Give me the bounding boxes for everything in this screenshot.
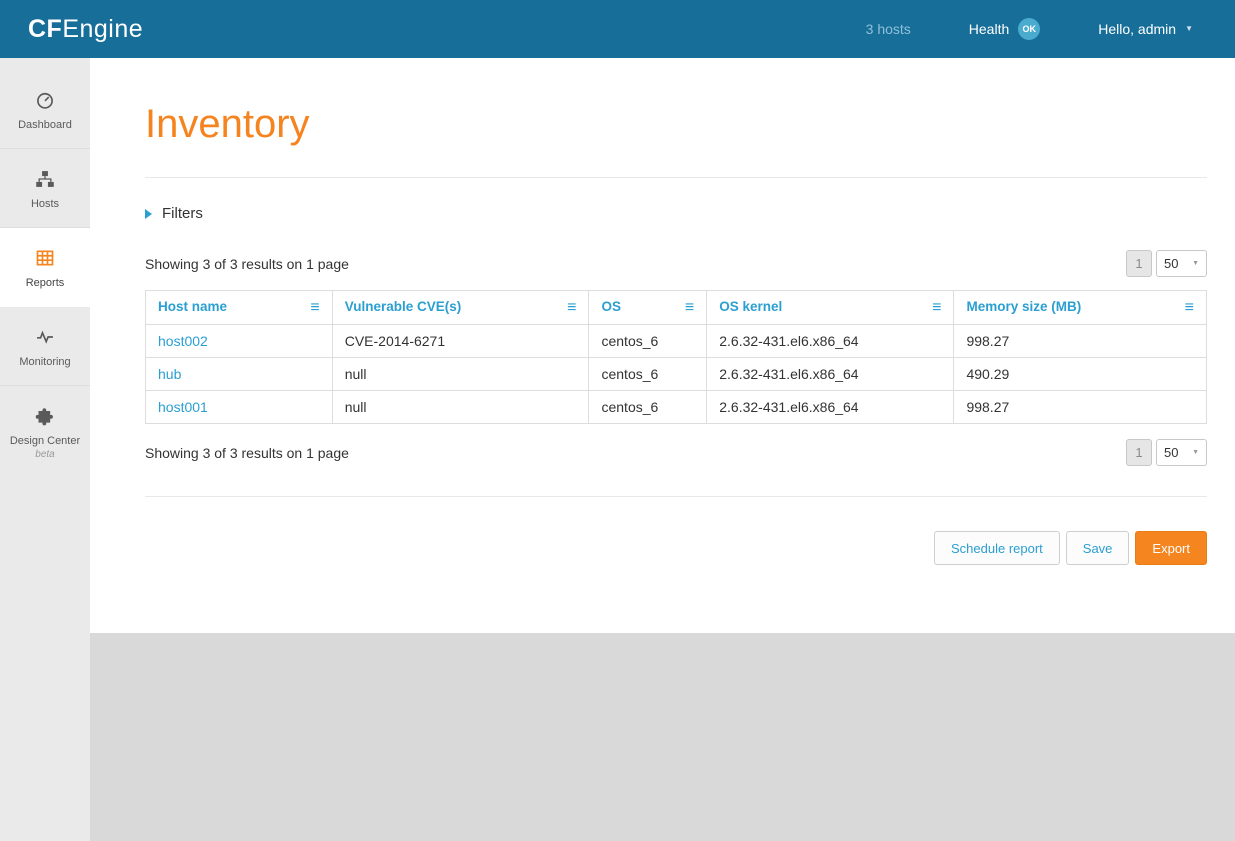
column-header-memory-size[interactable]: Memory size (MB) ≡: [954, 291, 1207, 325]
schedule-report-button[interactable]: Schedule report: [934, 531, 1060, 565]
results-summary: Showing 3 of 3 results on 1 page: [145, 445, 349, 461]
cell-os: centos_6: [589, 358, 707, 391]
table-header-row: Host name ≡ Vulnerable CVE(s) ≡ OS ≡ OS ker…: [146, 291, 1207, 325]
user-menu[interactable]: Hello, admin ▼: [1098, 21, 1193, 37]
page-size-select[interactable]: 50 ▼: [1156, 439, 1207, 466]
results-bar-bottom: Showing 3 of 3 results on 1 page 1 50 ▼: [145, 439, 1207, 466]
user-greeting: Hello, admin: [1098, 21, 1176, 37]
reports-icon: [35, 248, 55, 268]
chevron-down-icon: ▼: [1192, 260, 1199, 267]
sidebar-nav: Dashboard Hosts Reports Monitoring Desig…: [0, 58, 90, 841]
inventory-report-panel: Inventory Filters Showing 3 of 3 results…: [90, 58, 1235, 633]
page-layout: Dashboard Hosts Reports Monitoring Desig…: [0, 58, 1235, 841]
sidebar-item-label: Design Center: [4, 435, 86, 447]
host-link[interactable]: host002: [158, 333, 208, 349]
host-link[interactable]: host001: [158, 399, 208, 415]
column-label: Memory size (MB): [966, 299, 1081, 314]
cell-memory-size: 490.29: [954, 358, 1207, 391]
column-label: OS kernel: [719, 299, 782, 314]
table-row: host002 CVE-2014-6271 centos_6 2.6.32-43…: [146, 325, 1207, 358]
chevron-right-icon: [145, 209, 152, 219]
page-size-value: 50: [1164, 256, 1178, 271]
column-menu-icon[interactable]: ≡: [932, 299, 941, 316]
filters-toggle[interactable]: Filters: [145, 205, 1207, 222]
table-row: hub null centos_6 2.6.32-431.el6.x86_64 …: [146, 358, 1207, 391]
cell-os: centos_6: [589, 325, 707, 358]
sidebar-item-hosts[interactable]: Hosts: [0, 149, 90, 228]
cell-host-name: hub: [146, 358, 333, 391]
dashboard-icon: [35, 90, 55, 110]
column-label: Host name: [158, 299, 227, 314]
sidebar-item-design-center[interactable]: Design Center beta: [0, 386, 90, 477]
cell-os: centos_6: [589, 391, 707, 424]
sidebar-item-reports[interactable]: Reports: [0, 228, 90, 307]
cell-host-name: host002: [146, 325, 333, 358]
pagination-top: 1 50 ▼: [1126, 250, 1207, 277]
results-bar-top: Showing 3 of 3 results on 1 page 1 50 ▼: [145, 250, 1207, 277]
column-header-os-kernel[interactable]: OS kernel ≡: [707, 291, 954, 325]
design-center-icon: [35, 406, 55, 426]
health-ok-badge: OK: [1018, 18, 1040, 40]
column-menu-icon[interactable]: ≡: [567, 299, 576, 316]
sidebar-item-label: Hosts: [4, 198, 86, 210]
top-header: CFEngine 3 hosts Health OK Hello, admin …: [0, 0, 1235, 58]
column-header-os[interactable]: OS ≡: [589, 291, 707, 325]
logo-engine: Engine: [62, 15, 143, 43]
pagination-bottom: 1 50 ▼: [1126, 439, 1207, 466]
page-number-button[interactable]: 1: [1126, 250, 1152, 277]
column-label: OS: [601, 299, 621, 314]
cell-vulnerable-cve: CVE-2014-6271: [332, 325, 589, 358]
sidebar-item-label: Reports: [4, 277, 86, 289]
cell-memory-size: 998.27: [954, 391, 1207, 424]
page-size-value: 50: [1164, 445, 1178, 460]
sidebar-item-label: Monitoring: [4, 356, 86, 368]
column-header-host-name[interactable]: Host name ≡: [146, 291, 333, 325]
column-header-vulnerable-cve[interactable]: Vulnerable CVE(s) ≡: [332, 291, 589, 325]
logo-cf: CF: [28, 15, 62, 43]
cell-os-kernel: 2.6.32-431.el6.x86_64: [707, 325, 954, 358]
actions-divider: [145, 496, 1207, 497]
cell-vulnerable-cve: null: [332, 391, 589, 424]
content-column: Inventory Filters Showing 3 of 3 results…: [90, 58, 1235, 841]
column-menu-icon[interactable]: ≡: [310, 299, 319, 316]
health-indicator[interactable]: Health OK: [969, 18, 1040, 40]
title-divider: [145, 177, 1207, 178]
hosts-count-link[interactable]: 3 hosts: [866, 21, 911, 37]
report-actions: Schedule report Save Export: [145, 531, 1207, 565]
chevron-down-icon: ▼: [1185, 25, 1193, 33]
inventory-table: Host name ≡ Vulnerable CVE(s) ≡ OS ≡ OS ker…: [145, 290, 1207, 424]
cfengine-logo[interactable]: CFEngine: [28, 15, 143, 44]
sidebar-item-monitoring[interactable]: Monitoring: [0, 307, 90, 386]
sidebar-item-sublabel: beta: [4, 449, 86, 460]
column-label: Vulnerable CVE(s): [345, 299, 462, 314]
page-number-button[interactable]: 1: [1126, 439, 1152, 466]
cell-vulnerable-cve: null: [332, 358, 589, 391]
export-button[interactable]: Export: [1135, 531, 1207, 565]
cell-os-kernel: 2.6.32-431.el6.x86_64: [707, 358, 954, 391]
chevron-down-icon: ▼: [1192, 449, 1199, 456]
column-menu-icon[interactable]: ≡: [685, 299, 694, 316]
sidebar-item-label: Dashboard: [4, 119, 86, 131]
cell-memory-size: 998.27: [954, 325, 1207, 358]
topbar-right: 3 hosts Health OK Hello, admin ▼: [866, 18, 1193, 40]
cell-host-name: host001: [146, 391, 333, 424]
host-link[interactable]: hub: [158, 366, 181, 382]
column-menu-icon[interactable]: ≡: [1185, 299, 1194, 316]
page-title: Inventory: [145, 102, 1207, 147]
save-button[interactable]: Save: [1066, 531, 1130, 565]
table-row: host001 null centos_6 2.6.32-431.el6.x86…: [146, 391, 1207, 424]
hosts-icon: [35, 169, 55, 189]
cell-os-kernel: 2.6.32-431.el6.x86_64: [707, 391, 954, 424]
page-size-select[interactable]: 50 ▼: [1156, 250, 1207, 277]
health-label: Health: [969, 21, 1009, 37]
filters-label: Filters: [162, 205, 203, 222]
sidebar-item-dashboard[interactable]: Dashboard: [0, 70, 90, 149]
monitoring-icon: [35, 327, 55, 347]
results-summary: Showing 3 of 3 results on 1 page: [145, 256, 349, 272]
